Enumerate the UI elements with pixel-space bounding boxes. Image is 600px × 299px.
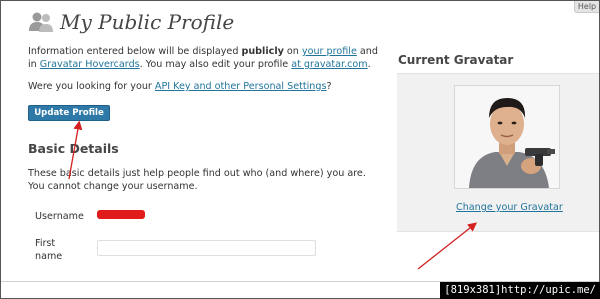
api-prompt-text: Were you looking for your bbox=[28, 81, 155, 92]
basic-details-description: These basic details just help people fin… bbox=[28, 168, 366, 192]
info-text: Information entered below will be displa… bbox=[28, 46, 242, 57]
info-text: on bbox=[283, 46, 302, 57]
update-profile-button[interactable]: Update Profile bbox=[28, 105, 110, 121]
current-gravatar-heading: Current Gravatar bbox=[398, 53, 514, 67]
your-profile-link[interactable]: your profile bbox=[302, 46, 357, 57]
users-icon bbox=[28, 11, 54, 33]
api-key-prompt: Were you looking for your API Key and ot… bbox=[28, 80, 332, 93]
info-text: . You may also edit your profile bbox=[139, 59, 292, 70]
avatar-photo-icon bbox=[455, 86, 559, 188]
first-name-input[interactable] bbox=[97, 240, 316, 256]
public-info-text: Information entered below will be displa… bbox=[28, 45, 378, 71]
profile-page: Help My Public Profile Information enter… bbox=[0, 0, 600, 299]
username-redacted-value bbox=[97, 210, 145, 219]
gravatar-com-link[interactable]: at gravatar.com bbox=[291, 59, 367, 70]
api-prompt-text: ? bbox=[326, 81, 332, 92]
watermark: [819x381]http://upic.me/ bbox=[440, 282, 600, 299]
page-header: My Public Profile bbox=[28, 8, 234, 36]
info-text: . bbox=[367, 59, 371, 70]
first-name-label: First bbox=[35, 238, 56, 249]
help-tab[interactable]: Help bbox=[574, 1, 599, 13]
first-name-label: name bbox=[35, 251, 63, 262]
username-label: Username bbox=[35, 211, 84, 222]
info-bold: publicly bbox=[241, 46, 284, 57]
basic-details-heading: Basic Details bbox=[28, 141, 119, 156]
avatar bbox=[454, 85, 560, 189]
api-key-link[interactable]: API Key and other Personal Settings bbox=[155, 81, 327, 92]
page-title: My Public Profile bbox=[60, 10, 235, 34]
change-gravatar-link[interactable]: Change your Gravatar bbox=[456, 202, 563, 213]
hovercards-link[interactable]: Gravatar Hovercards bbox=[40, 59, 140, 70]
